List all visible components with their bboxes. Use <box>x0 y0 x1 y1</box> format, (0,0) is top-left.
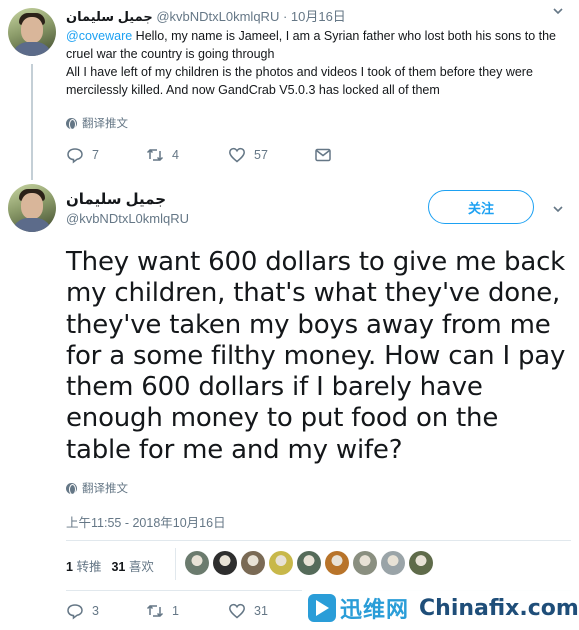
avatar[interactable] <box>8 8 56 56</box>
play-logo-icon <box>308 594 336 622</box>
like-button[interactable]: 57 <box>228 146 314 164</box>
like-stat[interactable]: 31 喜欢 <box>111 556 153 575</box>
liker-avatar[interactable] <box>297 551 321 575</box>
author-handle[interactable]: @kvbNDtxL0kmlqRU <box>66 211 189 226</box>
tweet-actions: 7 4 57 <box>66 146 332 164</box>
liker-avatar[interactable] <box>269 551 293 575</box>
liker-avatar[interactable] <box>241 551 265 575</box>
direct-message-button[interactable] <box>314 146 332 164</box>
liker-avatar[interactable] <box>185 551 209 575</box>
tweet-timestamp[interactable]: 上午11:55 - 2018年10月16日 <box>66 512 226 531</box>
tweet-actions: 3 1 31 <box>66 602 314 620</box>
reply-icon <box>67 604 83 620</box>
retweet-button[interactable]: 4 <box>146 146 228 164</box>
liker-avatar[interactable] <box>409 551 433 575</box>
thread-connector-line <box>31 64 33 180</box>
liker-avatar[interactable] <box>325 551 349 575</box>
divider <box>66 540 571 541</box>
watermark: 迅维网 Chinafix.com <box>302 586 579 630</box>
liker-avatars <box>185 551 433 575</box>
reply-count: 3 <box>92 604 99 618</box>
retweet-stat[interactable]: 1 转推 <box>66 556 101 575</box>
liker-avatar[interactable] <box>353 551 377 575</box>
tweet-text-line: Hello, my name is Jameel, I am a Syrian … <box>66 29 556 61</box>
author-name[interactable]: جميل سليمان <box>66 9 153 24</box>
like-count: 31 <box>254 604 268 618</box>
retweet-count: 4 <box>172 148 179 162</box>
retweet-icon <box>146 604 164 618</box>
watermark-en: Chinafix.com <box>419 595 579 621</box>
like-count: 57 <box>254 148 268 162</box>
retweet-button[interactable]: 1 <box>146 602 228 620</box>
heart-icon <box>229 147 245 163</box>
chevron-down-icon[interactable] <box>551 202 565 216</box>
heart-icon <box>229 603 245 619</box>
liker-avatar[interactable] <box>381 551 405 575</box>
retweet-count: 1 <box>172 604 179 618</box>
tweet-stats: 1 转推 31 喜欢 <box>66 556 154 575</box>
reply-button[interactable]: 7 <box>66 146 146 164</box>
divider <box>175 548 176 580</box>
avatar[interactable] <box>8 184 56 232</box>
chevron-down-icon[interactable] <box>551 4 565 18</box>
tweet-text: @coveware Hello, my name is Jameel, I am… <box>66 27 571 99</box>
author-name[interactable]: جميل سليمان <box>66 190 166 208</box>
reply-count: 7 <box>92 148 99 162</box>
liker-avatar[interactable] <box>213 551 237 575</box>
globe-icon <box>66 482 77 495</box>
envelope-icon <box>315 148 331 162</box>
reply-button[interactable]: 3 <box>66 602 146 620</box>
tweet-text-line: All I have left of my children is the ph… <box>66 65 533 97</box>
tweet-header: جميل سليمان @kvbNDtxL0kmlqRU · 10月16日 <box>66 6 346 25</box>
translate-tweet-link[interactable]: 翻译推文 <box>66 115 128 131</box>
translate-tweet-link[interactable]: 翻译推文 <box>66 480 128 496</box>
follow-button[interactable]: 关注 <box>428 190 534 224</box>
reply-icon <box>67 148 83 164</box>
watermark-cn: 迅维网 <box>340 597 410 622</box>
mention-link[interactable]: @coveware <box>66 29 132 43</box>
tweet-text: They want 600 dollars to give me back my… <box>66 247 566 465</box>
globe-icon <box>66 117 77 130</box>
retweet-icon <box>146 148 164 162</box>
handle-and-date[interactable]: @kvbNDtxL0kmlqRU · 10月16日 <box>156 9 345 24</box>
